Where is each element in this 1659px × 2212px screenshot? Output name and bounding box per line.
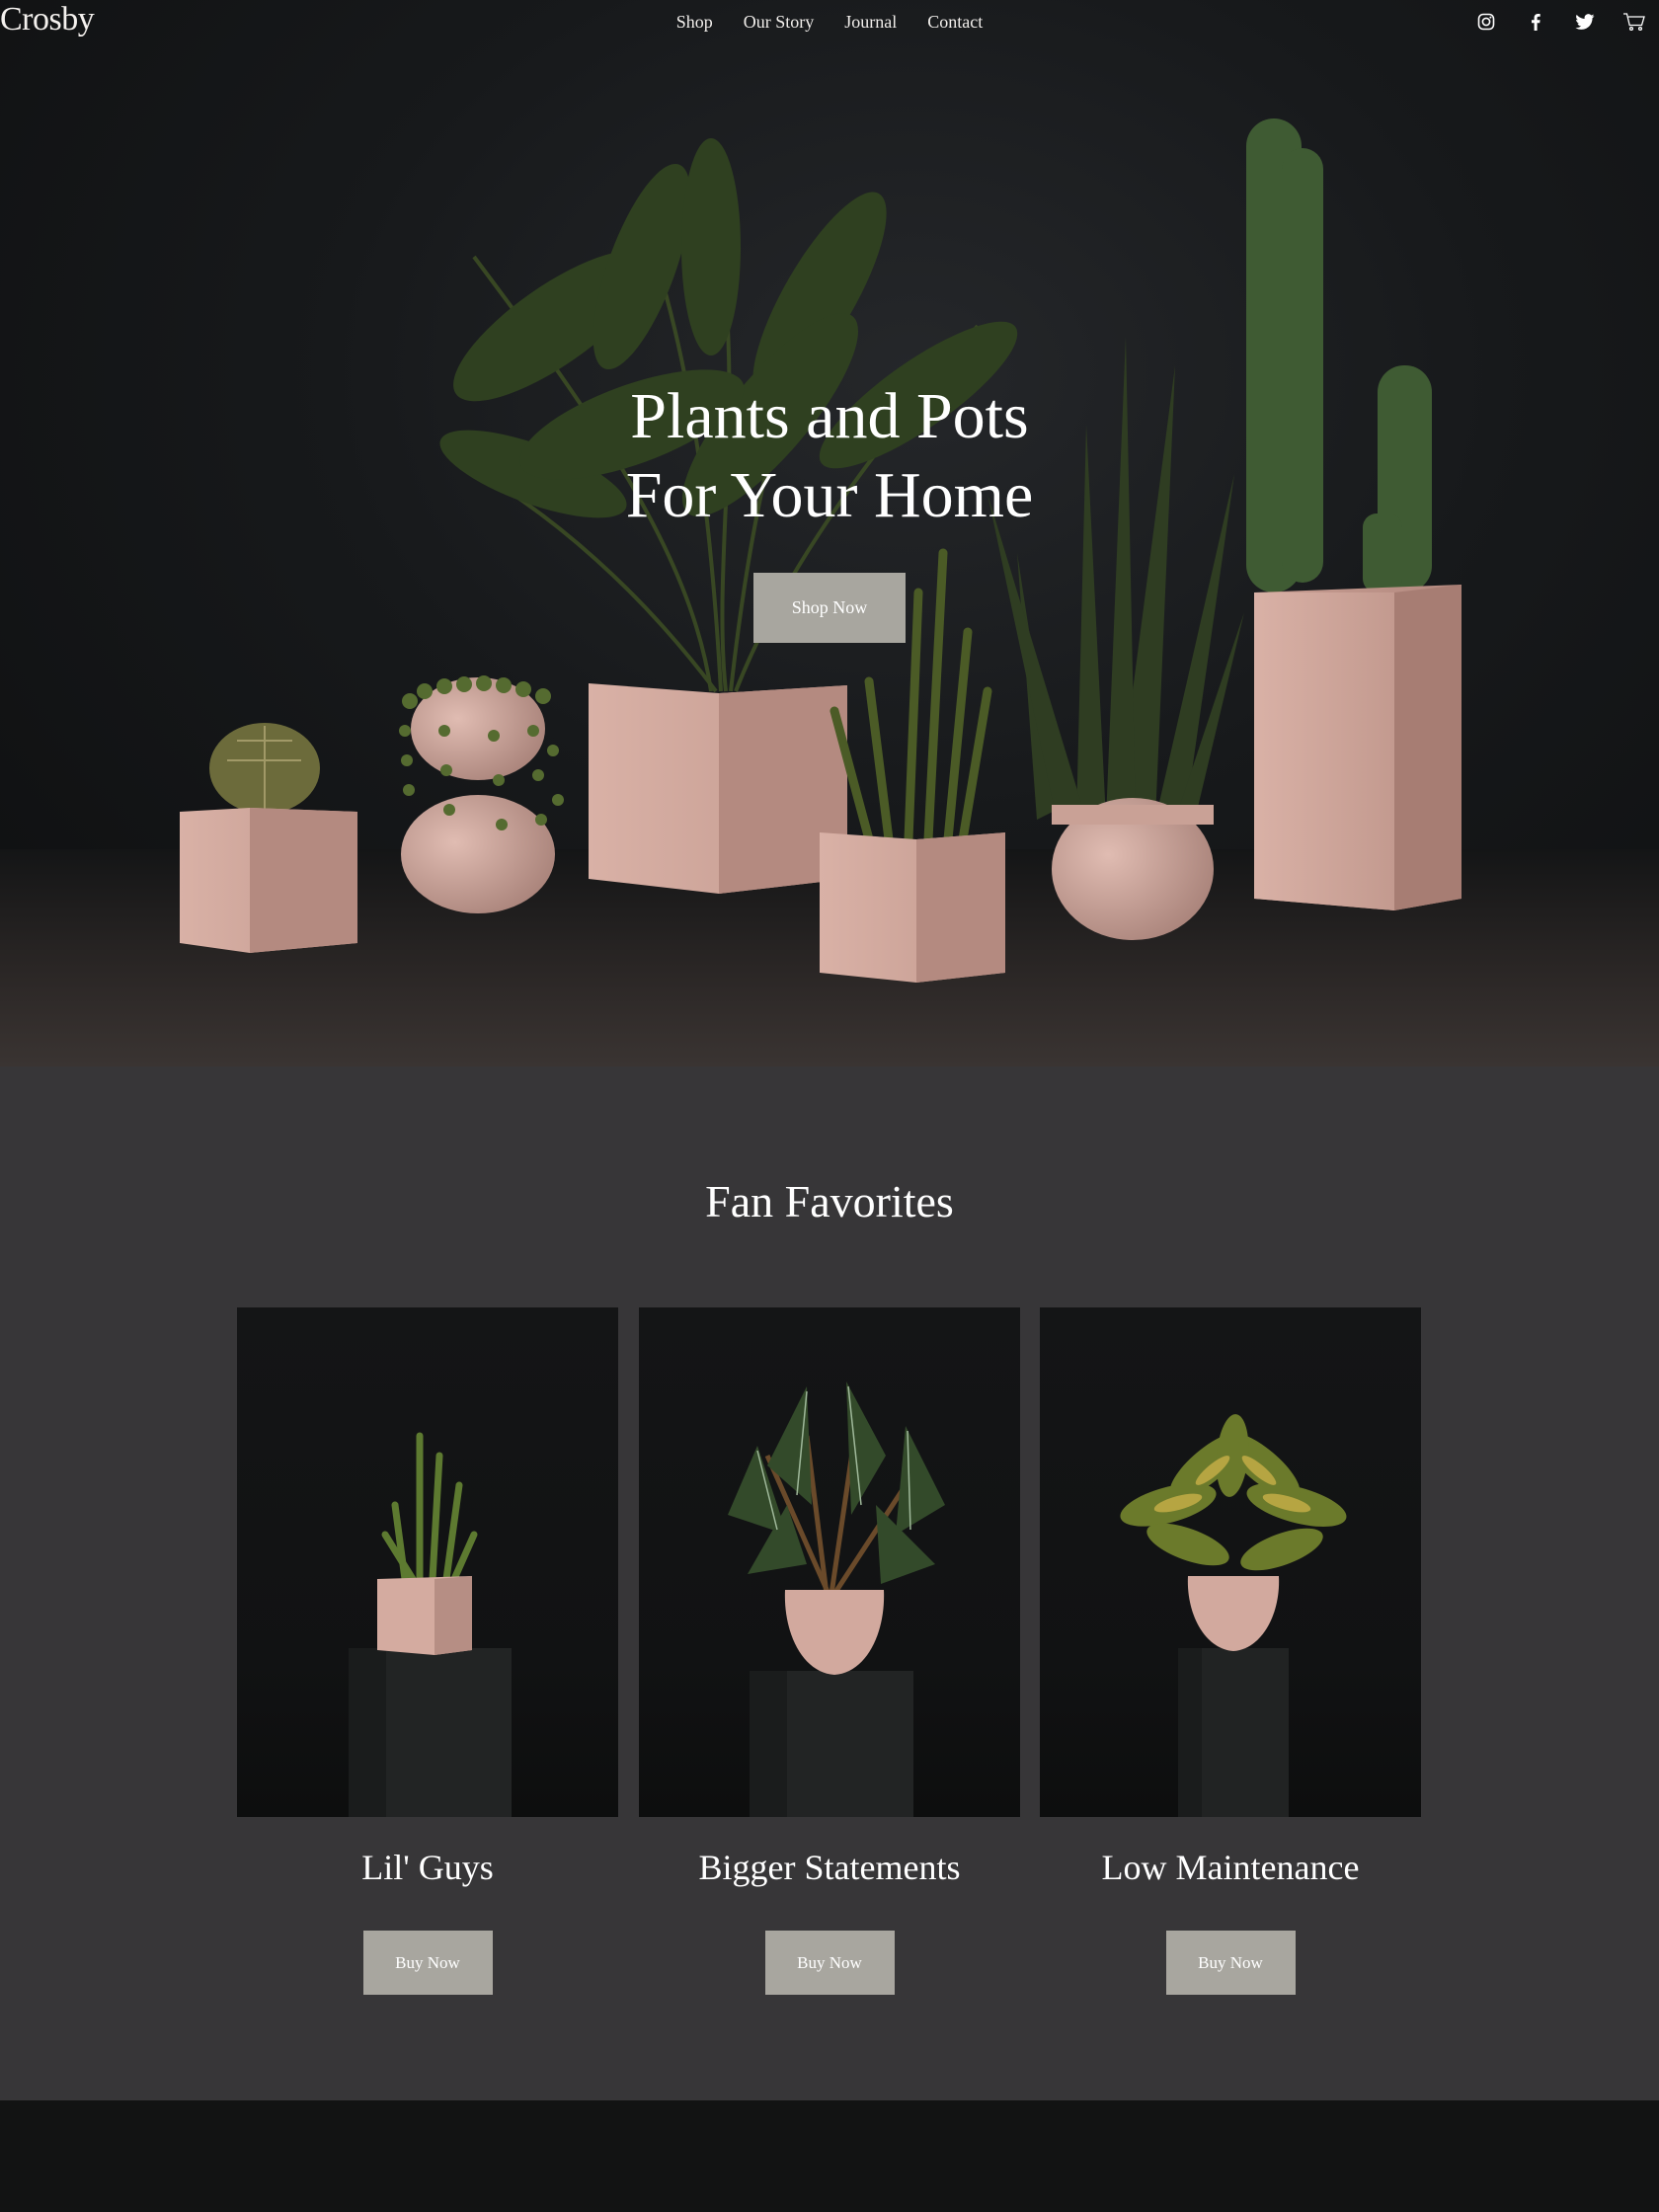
buy-now-button[interactable]: Buy Now [362, 1931, 493, 1995]
hero-title-line-1: Plants and Pots [630, 380, 1029, 452]
twitter-icon[interactable] [1560, 0, 1610, 43]
product-card-low-maintenance: Low Maintenance Buy Now [1040, 1307, 1421, 1995]
product-image-bigger-statements[interactable] [639, 1307, 1020, 1817]
section-title: Fan Favorites [705, 1176, 954, 1226]
product-name: Low Maintenance [1101, 1848, 1360, 1887]
main-nav: Shop Our Story Journal Contact [0, 0, 1659, 43]
hero-title: Plants and Pots For Your Home [0, 377, 1659, 535]
buy-now-button[interactable]: Buy Now [1165, 1931, 1296, 1995]
site-footer [0, 2100, 1659, 2212]
product-image-low-maintenance[interactable] [1040, 1307, 1421, 1817]
instagram-icon[interactable] [1462, 0, 1511, 43]
brand-logo[interactable]: Crosby [0, 0, 95, 40]
nav-item-journal[interactable]: Journal [844, 12, 897, 33]
facebook-icon[interactable] [1511, 0, 1560, 43]
nav-item-contact[interactable]: Contact [927, 12, 983, 33]
site-header: Crosby Shop Our Story Journal Contact [0, 0, 1659, 43]
hero-title-line-2: For Your Home [625, 459, 1034, 531]
product-card-bigger-statements: Bigger Statements Buy Now [639, 1307, 1020, 1995]
product-name: Bigger Statements [698, 1848, 961, 1887]
social-links [1462, 0, 1659, 43]
product-name: Lil' Guys [361, 1848, 494, 1887]
nav-item-our-story[interactable]: Our Story [744, 12, 815, 33]
fan-favorites-section: Fan Favorites Lil' Guys Buy Now Bigger S… [0, 1066, 1659, 2100]
product-image-lil-guys[interactable] [237, 1307, 618, 1817]
hero-section: Plants and Pots For Your Home Shop Now [0, 0, 1659, 1066]
shop-now-button[interactable]: Shop Now [753, 573, 906, 643]
nav-item-shop[interactable]: Shop [676, 12, 713, 33]
buy-now-button[interactable]: Buy Now [764, 1931, 895, 1995]
cart-icon[interactable] [1610, 0, 1659, 43]
product-card-lil-guys: Lil' Guys Buy Now [237, 1307, 618, 1995]
